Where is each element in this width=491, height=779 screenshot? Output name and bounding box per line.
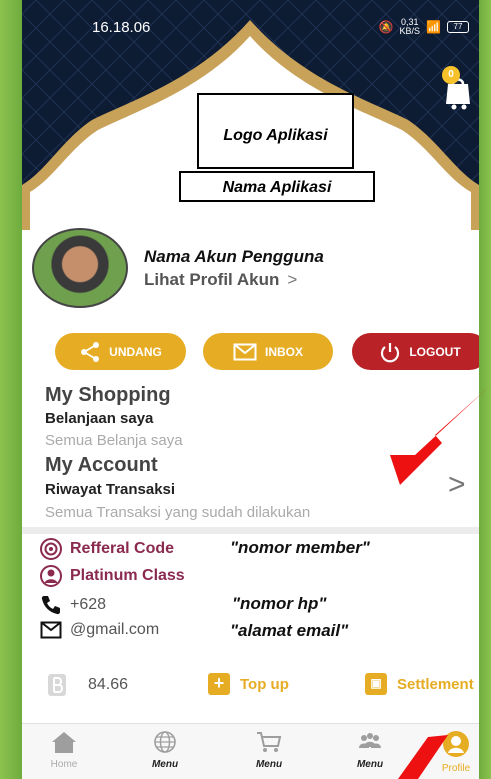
nav-menu-1-label: Menu: [151, 759, 179, 770]
phone-note: "nomor hp": [232, 594, 327, 613]
referral-code-label: Refferal Code: [70, 540, 175, 557]
coin-icon: [48, 674, 66, 696]
network-speed-unit: KB/S: [399, 26, 421, 36]
network-speed: 0,31 KB/S: [400, 18, 421, 36]
bottom-navigation: Home Menu Menu Menu Profile: [22, 723, 479, 779]
nav-home[interactable]: Home: [29, 730, 99, 770]
app-name-text: Nama Aplikasi: [222, 179, 332, 196]
inbox-button[interactable]: INBOX: [203, 333, 333, 370]
power-icon: [381, 342, 400, 362]
globe-icon: [154, 731, 176, 753]
logout-button[interactable]: LOGOUT: [352, 333, 479, 370]
nav-menu-2-label: Menu: [255, 759, 283, 770]
status-bar: 16.18.06 🔕 0,31 KB/S 📶 77: [22, 0, 479, 44]
nav-profile[interactable]: Profile: [433, 730, 479, 774]
right-background-strip: [479, 0, 491, 779]
nav-profile-label: Profile: [441, 763, 471, 774]
mute-icon: 🔕: [378, 20, 394, 34]
email-note: "alamat email": [230, 621, 349, 640]
view-profile-label: Lihat Profil Akun: [144, 270, 280, 289]
referral-row: Refferal Code: [40, 538, 174, 560]
profile-icon: [443, 731, 469, 757]
membership-row: Platinum Class: [40, 565, 185, 587]
cart-button[interactable]: 0: [442, 66, 474, 110]
chevron-right-icon: >: [287, 270, 298, 289]
shopping-description: Semua Belanja saya: [45, 432, 183, 449]
membership-class-label: Platinum Class: [70, 567, 185, 584]
user-icon: [40, 565, 62, 587]
app-name-placeholder: Nama Aplikasi: [179, 171, 375, 202]
status-time: 16.18.06: [92, 19, 151, 36]
account-name: Nama Akun Pengguna: [144, 247, 324, 266]
transaction-history-link[interactable]: Riwayat Transaksi: [45, 481, 175, 498]
email-row: @gmail.com: [40, 621, 159, 639]
topup-button[interactable]: + Top up: [208, 673, 289, 695]
battery-icon: 77: [447, 21, 469, 33]
shopping-subtitle[interactable]: Belanjaan saya: [45, 410, 153, 427]
shopping-cart-icon: [257, 732, 282, 752]
chevron-right-icon[interactable]: >: [448, 468, 466, 502]
mail-icon: [233, 343, 257, 360]
app-logo-text: Logo Aplikasi: [223, 127, 328, 144]
settlement-icon: ▣: [365, 673, 387, 695]
mail-icon: [40, 621, 62, 639]
nav-home-label: Home: [50, 759, 78, 770]
share-icon: [81, 341, 100, 362]
avatar[interactable]: [32, 228, 128, 308]
nav-menu-3-label: Menu: [356, 759, 384, 770]
group-icon: [359, 733, 381, 748]
plus-icon: +: [208, 673, 230, 695]
email-address: @gmail.com: [70, 621, 160, 638]
balance-value: 84.66: [88, 676, 129, 693]
balance-row: 84.66: [46, 673, 128, 697]
view-profile-link[interactable]: Lihat Profil Akun >: [144, 270, 297, 290]
transaction-description: Semua Transaksi yang sudah dilakukan: [45, 504, 311, 521]
inbox-label: INBOX: [264, 344, 303, 359]
nav-menu-2[interactable]: Menu: [234, 730, 304, 770]
settlement-label: Settlement: [397, 675, 474, 693]
invite-label: UNDANG: [109, 344, 162, 359]
wifi-icon: 📶: [426, 20, 441, 34]
nav-menu-3[interactable]: Menu: [335, 730, 405, 770]
topup-label: Top up: [240, 675, 289, 693]
my-account-title[interactable]: My Account: [45, 454, 158, 477]
phone-row: +628: [40, 594, 106, 616]
home-icon: [52, 732, 76, 753]
section-divider: [22, 527, 479, 534]
settlement-button[interactable]: ▣ Settlement: [365, 673, 474, 695]
left-background-strip: [0, 0, 22, 779]
logout-label: LOGOUT: [409, 344, 461, 359]
invite-button[interactable]: UNDANG: [55, 333, 186, 370]
cart-badge: 0: [442, 66, 460, 84]
nav-menu-1[interactable]: Menu: [130, 730, 200, 770]
phone-screen: 16.18.06 🔕 0,31 KB/S 📶 77 0 Logo Aplikas…: [22, 0, 479, 779]
status-icons: 🔕 0,31 KB/S 📶 77: [379, 18, 469, 36]
phone-icon: [41, 596, 60, 615]
my-shopping-title[interactable]: My Shopping: [45, 384, 171, 407]
app-logo-placeholder: Logo Aplikasi: [197, 93, 354, 169]
phone-number: +628: [70, 596, 107, 613]
member-number-note: "nomor member": [230, 538, 370, 557]
broadcast-icon: [40, 538, 62, 560]
